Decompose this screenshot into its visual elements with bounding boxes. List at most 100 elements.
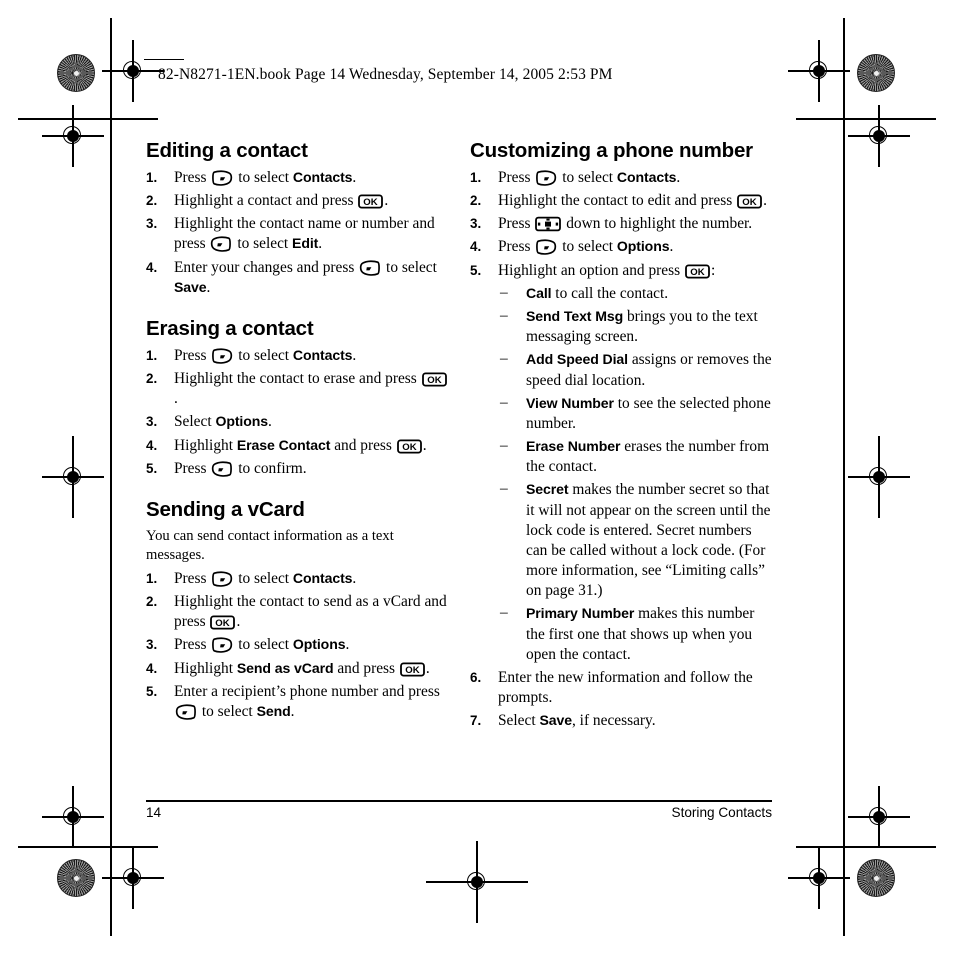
left-softkey-icon [210, 236, 232, 253]
step-number: 3. [146, 637, 158, 653]
step-number: 2. [470, 193, 482, 209]
left-softkey-icon [359, 260, 381, 276]
numbered-step-list: 1. Press to select Contacts. 2. Highlight t… [470, 168, 772, 731]
step-item: 1. Press to select Contacts. [146, 168, 448, 188]
rosette-mark-top-right [857, 54, 895, 92]
registration-mark-bottom-left [102, 847, 164, 909]
emphasis-term: Send Text Msg [526, 307, 624, 324]
rosette-mark-bottom-left [57, 859, 95, 897]
step-number: 4. [146, 259, 158, 275]
step-number: 4. [146, 660, 158, 676]
ok-key-icon: OK [399, 662, 425, 677]
emphasis-term: Send [256, 702, 291, 719]
right-softkey-icon [535, 170, 557, 186]
trim-line-horizontal-bottom-right [796, 846, 936, 848]
rosette-mark-bottom-right [857, 859, 895, 897]
step-number: 1. [146, 347, 158, 363]
step-number: 2. [146, 594, 158, 610]
footer-page-number: 14 [146, 804, 162, 820]
header-rule [144, 59, 184, 60]
step-number: 5. [470, 262, 482, 278]
trim-line-vertical-right [843, 18, 845, 936]
step-number: 3. [146, 414, 158, 430]
step-item: 4. Highlight Erase Contact and press OK. [146, 436, 448, 456]
step-item: 5. Enter a recipient’s phone number and p… [146, 682, 440, 720]
emphasis-term: Contacts [292, 168, 353, 185]
step-item: 1. Press to select Contacts. [470, 168, 772, 188]
step-number: 5. [146, 460, 158, 476]
step-item: 3. Select Options. [146, 412, 448, 432]
step-item: 1. Press to select Contacts. [146, 346, 448, 366]
emphasis-term: Contacts [292, 346, 353, 363]
step-item: 7. Select Save, if necessary. [470, 711, 772, 731]
ok-key-icon: OK [210, 615, 236, 630]
option-bullet-list: – Call to call the contact. – Send Text Msg… [498, 284, 772, 665]
step-item: 2. Highlight a contact and press OK. [146, 191, 448, 211]
step-item: 4. Highlight Send as vCard and press OK. [146, 659, 448, 679]
registration-mark-lower-right [848, 786, 910, 848]
emphasis-term: Options [215, 413, 268, 430]
step-number: 4. [470, 239, 482, 255]
step-number: 7. [470, 713, 482, 729]
emphasis-term: Contacts [292, 569, 353, 586]
registration-mark-upper-right [848, 105, 910, 167]
step-item: 2. Highlight the contact to erase and pre… [146, 369, 448, 409]
step-number: 1. [146, 169, 158, 185]
registration-mark-bottom-center [426, 841, 528, 923]
step-item: 5. Press to confirm. [146, 459, 448, 479]
left-softkey-icon [175, 704, 197, 720]
step-item: 2. Highlight the contact to edit and pres… [470, 191, 772, 211]
bullet-dash-icon: – [500, 306, 508, 324]
emphasis-term: Save [539, 712, 572, 729]
bullet-dash-icon: – [500, 604, 508, 622]
trim-line-vertical-left [110, 18, 112, 936]
book-file-header: 82-N8271-1EN.book Page 14 Wednesday, Sep… [144, 59, 613, 84]
registration-mark-upper-left [42, 105, 104, 167]
step-item: 3. Press to select Options. [146, 635, 448, 655]
bullet-dash-icon: – [500, 350, 508, 368]
step-item: 3. Press down to highlight the number. [470, 214, 772, 234]
emphasis-term: Edit [292, 235, 319, 252]
bullet-dash-icon: – [500, 393, 508, 411]
svg-text:OK: OK [216, 618, 230, 629]
right-softkey-icon [211, 637, 233, 654]
bullet-dash-icon: – [500, 283, 508, 301]
option-item: – Send Text Msg brings you to the text me… [500, 306, 758, 346]
option-item: – Call to call the contact. [500, 283, 669, 302]
registration-mark-middle-left [42, 436, 104, 518]
step-item: 4. Enter your changes and press to select… [146, 258, 437, 296]
option-item: – Primary Number makes this number the fi… [500, 604, 755, 663]
registration-mark-top-right [788, 40, 850, 102]
section-heading: Erasing a contact [146, 316, 314, 340]
step-number: 6. [470, 669, 482, 685]
step-number: 1. [470, 169, 482, 185]
registration-mark-bottom-right [788, 847, 850, 909]
emphasis-term: Options [616, 238, 670, 255]
right-softkey-icon [211, 571, 233, 587]
book-header-text: 82-N8271-1EN.book Page 14 Wednesday, Sep… [158, 66, 613, 83]
ok-key-icon: OK [737, 194, 762, 209]
numbered-step-list: 1. Press to select Contacts. 2. Highlight t… [146, 346, 448, 479]
emphasis-term: Add Speed Dial [526, 351, 628, 368]
step-item: 4. Press to select Options. [470, 237, 772, 257]
option-item: – Erase Number erases the number from the… [500, 437, 770, 476]
step-number: 3. [146, 216, 158, 232]
svg-text:OK: OK [402, 442, 416, 453]
step-number: 2. [146, 371, 158, 387]
emphasis-term: Erase Number [526, 438, 621, 455]
right-softkey-icon [535, 239, 557, 256]
option-item: – Secret makes the number secret so that … [500, 480, 771, 600]
ok-key-icon: OK [358, 194, 384, 209]
step-number: 3. [470, 216, 482, 232]
section-heading: Customizing a phone number [470, 139, 753, 162]
svg-text:OK: OK [405, 665, 419, 676]
step-item: 6. Enter the new information and follow t… [470, 668, 753, 707]
section-heading: Sending a vCard [146, 497, 305, 521]
step-number: 1. [146, 570, 158, 586]
svg-text:OK: OK [364, 197, 378, 208]
ok-key-icon: OK [421, 372, 447, 387]
section-heading: Editing a contact [146, 139, 308, 162]
footer-running-head: Storing Contacts [671, 804, 773, 820]
right-softkey-icon [211, 348, 233, 364]
ok-key-icon: OK [396, 439, 422, 454]
